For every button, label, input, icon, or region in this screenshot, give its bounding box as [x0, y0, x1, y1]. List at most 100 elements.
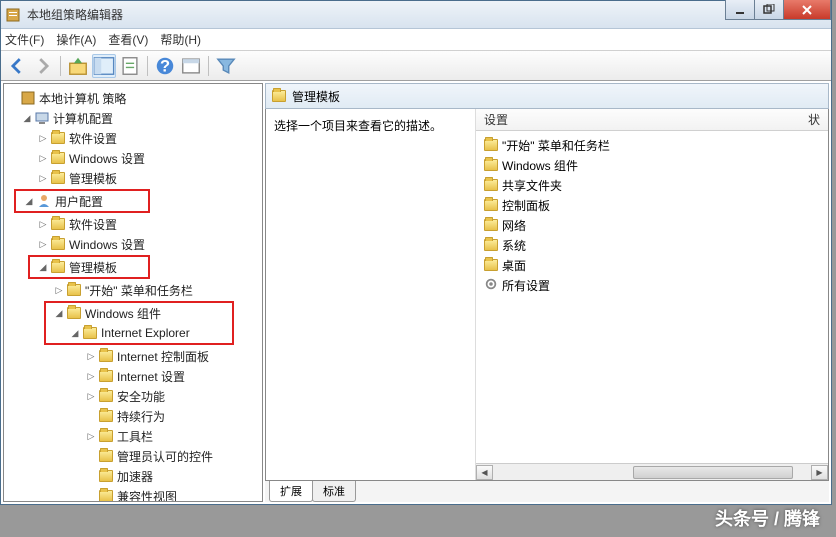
folder-icon: [484, 239, 498, 251]
tree-item[interactable]: ▷工具栏: [6, 426, 260, 446]
folder-icon: [67, 284, 81, 296]
tab-extended[interactable]: 扩展: [269, 481, 313, 502]
tree-admin-templates[interactable]: ◢管理模板: [30, 257, 148, 277]
right-panel: 管理模板 选择一个项目来查看它的描述。 设置 状 "开始" 菜单和任务栏 Win…: [265, 83, 829, 502]
tree-user-config[interactable]: ◢用户配置: [16, 191, 148, 211]
tree-item[interactable]: ▷Internet 控制面板: [6, 346, 260, 366]
tree-item[interactable]: 持续行为: [6, 406, 260, 426]
right-header: 管理模板: [265, 83, 829, 109]
settings-list[interactable]: "开始" 菜单和任务栏 Windows 组件 共享文件夹 控制面板 网络 系统 …: [476, 131, 828, 463]
export-button[interactable]: [118, 54, 142, 78]
expand-icon[interactable]: ▷: [36, 237, 50, 251]
toolbar-separator: [208, 56, 209, 76]
tree-item[interactable]: ▷软件设置: [6, 214, 260, 234]
folder-icon: [272, 90, 286, 102]
forward-button[interactable]: [31, 54, 55, 78]
folder-icon: [484, 259, 498, 271]
tree-item[interactable]: ▷Internet 设置: [6, 366, 260, 386]
collapse-icon[interactable]: ◢: [36, 260, 50, 274]
tree-internet-explorer[interactable]: ◢Internet Explorer: [46, 323, 232, 343]
folder-icon: [99, 490, 113, 502]
filter-button[interactable]: [214, 54, 238, 78]
tree-item[interactable]: ▷安全功能: [6, 386, 260, 406]
folder-icon: [51, 132, 65, 144]
collapse-icon[interactable]: ◢: [22, 194, 36, 208]
titlebar[interactable]: 本地组策略编辑器: [1, 1, 831, 29]
up-button[interactable]: [66, 54, 90, 78]
gear-icon: [484, 277, 498, 294]
tree-item[interactable]: 加速器: [6, 466, 260, 486]
list-item[interactable]: 控制面板: [480, 195, 824, 215]
list-item[interactable]: 网络: [480, 215, 824, 235]
back-button[interactable]: [5, 54, 29, 78]
horizontal-scrollbar[interactable]: ◀ ▶: [476, 463, 828, 480]
col-state[interactable]: 状: [808, 111, 820, 128]
tree-windows-components[interactable]: ◢Windows 组件: [46, 303, 232, 323]
tree-item[interactable]: ▷管理模板: [6, 168, 260, 188]
list-item[interactable]: 桌面: [480, 255, 824, 275]
tree-item[interactable]: ▷Windows 设置: [6, 234, 260, 254]
description-hint: 选择一个项目来查看它的描述。: [274, 117, 467, 134]
collapse-icon[interactable]: ◢: [52, 306, 66, 320]
list-item[interactable]: 所有设置: [480, 275, 824, 295]
close-button[interactable]: [783, 0, 831, 20]
expand-icon[interactable]: ▷: [84, 349, 98, 363]
scroll-right-button[interactable]: ▶: [811, 465, 828, 480]
menu-action[interactable]: 操作(A): [56, 31, 96, 48]
toolbar: ?: [1, 51, 831, 81]
watermark: 头条号 / 腾锋: [715, 505, 820, 531]
folder-icon: [484, 139, 498, 151]
folder-icon: [484, 199, 498, 211]
tree-panel[interactable]: 本地计算机 策略 ◢计算机配置 ▷软件设置 ▷Windows 设置 ▷管理模板 …: [3, 83, 263, 502]
scroll-thumb[interactable]: [633, 466, 793, 479]
computer-icon: [34, 110, 50, 126]
right-header-title: 管理模板: [292, 88, 340, 105]
menu-file[interactable]: 文件(F): [5, 31, 44, 48]
maximize-button[interactable]: [754, 0, 784, 20]
description-pane: 选择一个项目来查看它的描述。: [266, 109, 476, 480]
tree-item[interactable]: 兼容性视图: [6, 486, 260, 502]
collapse-icon[interactable]: ◢: [68, 326, 82, 340]
menu-help[interactable]: 帮助(H): [160, 31, 201, 48]
collapse-icon[interactable]: ◢: [20, 111, 34, 125]
folder-icon: [51, 152, 65, 164]
expand-icon[interactable]: ▷: [84, 389, 98, 403]
folder-icon: [67, 307, 81, 319]
folder-icon: [51, 238, 65, 250]
column-header[interactable]: 设置 状: [476, 109, 828, 131]
user-icon: [36, 193, 52, 209]
scroll-left-button[interactable]: ◀: [476, 465, 493, 480]
list-item[interactable]: "开始" 菜单和任务栏: [480, 135, 824, 155]
folder-icon: [99, 410, 113, 422]
tree-item[interactable]: ▷软件设置: [6, 128, 260, 148]
menu-view[interactable]: 查看(V): [108, 31, 148, 48]
expand-icon[interactable]: ▷: [36, 171, 50, 185]
expand-icon[interactable]: ▷: [36, 131, 50, 145]
list-item[interactable]: Windows 组件: [480, 155, 824, 175]
tree-root[interactable]: 本地计算机 策略: [6, 88, 260, 108]
tree-item[interactable]: ▷Windows 设置: [6, 148, 260, 168]
expand-icon[interactable]: ▷: [84, 369, 98, 383]
show-tree-button[interactable]: [92, 54, 116, 78]
col-setting[interactable]: 设置: [484, 111, 808, 128]
folder-icon: [51, 172, 65, 184]
expand-icon[interactable]: ▷: [36, 151, 50, 165]
properties-button[interactable]: [179, 54, 203, 78]
expand-icon[interactable]: ▷: [36, 217, 50, 231]
help-button[interactable]: ?: [153, 54, 177, 78]
toolbar-separator: [147, 56, 148, 76]
tree-computer-config[interactable]: ◢计算机配置: [6, 108, 260, 128]
app-icon: [5, 7, 21, 23]
folder-icon: [484, 179, 498, 191]
tree-item[interactable]: 管理员认可的控件: [6, 446, 260, 466]
expand-icon[interactable]: ▷: [52, 283, 66, 297]
main-window: 本地组策略编辑器 文件(F) 操作(A) 查看(V) 帮助(H) ? 本地计算机…: [0, 0, 832, 505]
content-area: 本地计算机 策略 ◢计算机配置 ▷软件设置 ▷Windows 设置 ▷ 管理模板 …: [1, 81, 831, 504]
list-item[interactable]: 系统: [480, 235, 824, 255]
list-item[interactable]: 共享文件夹: [480, 175, 824, 195]
tab-standard[interactable]: 标准: [312, 481, 356, 502]
expand-icon[interactable]: ▷: [84, 429, 98, 443]
tree-item[interactable]: ▷"开始" 菜单和任务栏: [6, 280, 260, 300]
minimize-button[interactable]: [725, 0, 755, 20]
folder-icon: [99, 450, 113, 462]
